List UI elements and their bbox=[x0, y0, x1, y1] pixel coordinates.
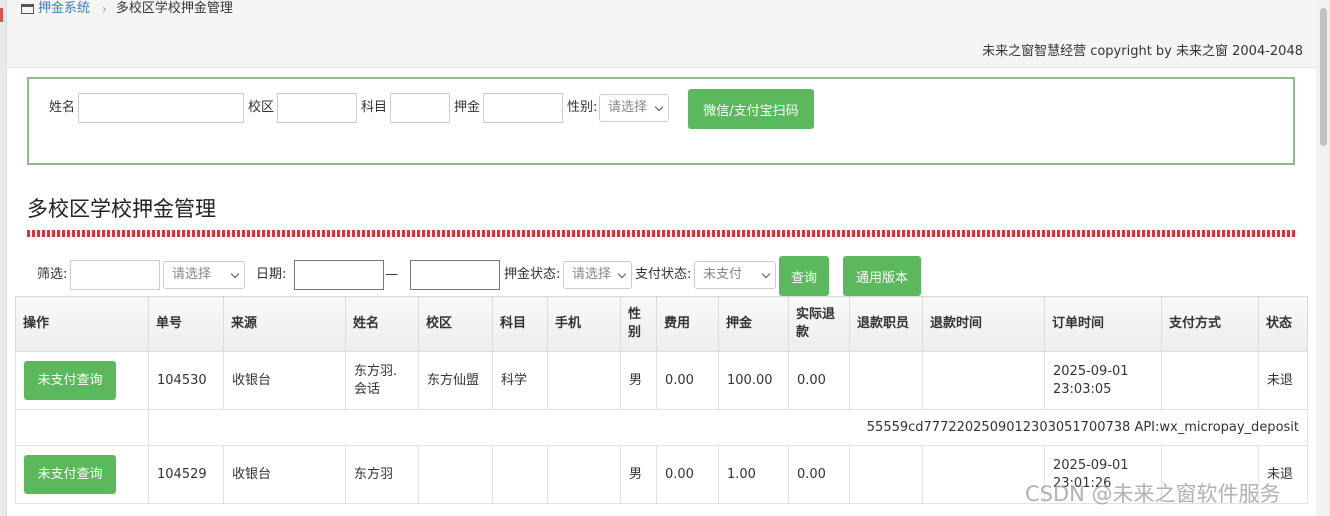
col-header-refund-staff: 退款职员 bbox=[849, 296, 923, 352]
cell-name: 东方羽 bbox=[345, 445, 419, 504]
pay-status-select[interactable]: 未支付 bbox=[694, 261, 776, 289]
gender-label: 性别: bbox=[567, 100, 598, 115]
cell-pay-method bbox=[1161, 351, 1259, 410]
date-label: 日期: bbox=[256, 267, 287, 282]
col-header-subject: 科目 bbox=[492, 296, 548, 352]
col-header-name: 姓名 bbox=[345, 296, 419, 352]
col-header-phone: 手机 bbox=[547, 296, 621, 352]
query-button[interactable]: 查询 bbox=[779, 256, 829, 296]
pay-status-value: 未支付 bbox=[703, 267, 743, 282]
generic-version-button[interactable]: 通用版本 bbox=[843, 256, 921, 296]
cell-name: 东方羽.会话 bbox=[345, 351, 419, 410]
filter-select-value: 请选择 bbox=[172, 267, 212, 282]
csdn-watermark: CSDN @未来之窗软件服务 bbox=[1025, 482, 1281, 506]
cell-order-detail: 55559cd7772202509012303051700738 API:wx_… bbox=[148, 409, 1308, 446]
left-edge-strip bbox=[0, 0, 7, 516]
breadcrumb-root-link[interactable]: 押金系统 bbox=[38, 1, 90, 17]
breadcrumb-current: 多校区学校押金管理 bbox=[115, 1, 233, 16]
chevron-down-icon bbox=[230, 269, 240, 279]
date-start-input[interactable] bbox=[294, 260, 384, 290]
filter-label: 筛选: bbox=[37, 267, 68, 282]
cell-order-time: 2025-09-01 23:03:05 bbox=[1044, 351, 1162, 410]
cell-order-no: 104530 bbox=[148, 351, 224, 410]
cell-order-no: 104529 bbox=[148, 445, 224, 504]
cell-refund-time bbox=[922, 351, 1045, 410]
copyright-text: 未来之窗智慧经营 copyright by 未来之窗 2004-2048 bbox=[982, 44, 1303, 59]
name-label: 姓名 bbox=[49, 100, 76, 115]
deposit-label: 押金 bbox=[454, 100, 481, 115]
cell-refund-staff bbox=[849, 445, 923, 504]
vertical-scrollbar[interactable] bbox=[1316, 0, 1330, 516]
cell-fee: 0.00 bbox=[656, 351, 719, 410]
chevron-down-icon bbox=[617, 269, 627, 279]
col-header-pay-method: 支付方式 bbox=[1161, 296, 1259, 352]
col-header-campus: 校区 bbox=[418, 296, 493, 352]
cell-phone bbox=[547, 445, 621, 504]
window-icon bbox=[21, 4, 34, 14]
cell-status: 未退 bbox=[1258, 351, 1308, 410]
campus-input[interactable] bbox=[277, 93, 357, 123]
deposit-table: 操作 单号 来源 姓名 校区 科目 手机 性别 费用 押金 实际退款 退款职员 … bbox=[15, 296, 1308, 504]
filter-select[interactable]: 请选择 bbox=[163, 261, 245, 289]
deposit-status-select[interactable]: 请选择 bbox=[563, 261, 632, 289]
col-header-deposit: 押金 bbox=[718, 296, 789, 352]
cell-source: 收银台 bbox=[223, 351, 346, 410]
name-input[interactable] bbox=[78, 93, 244, 123]
col-header-refund: 实际退款 bbox=[788, 296, 850, 352]
col-header-status: 状态 bbox=[1258, 296, 1308, 352]
cell-gender: 男 bbox=[620, 351, 657, 410]
col-header-action: 操作 bbox=[15, 296, 149, 352]
table-detail-row: 55559cd7772202509012303051700738 API:wx_… bbox=[15, 409, 1308, 446]
col-header-refund-time: 退款时间 bbox=[922, 296, 1045, 352]
cell-fee: 0.00 bbox=[656, 445, 719, 504]
date-separator: — bbox=[385, 267, 398, 282]
col-header-order-no: 单号 bbox=[148, 296, 224, 352]
title-divider bbox=[27, 230, 1295, 237]
cell-campus bbox=[418, 445, 493, 504]
unpaid-query-button[interactable]: 未支付查询 bbox=[24, 361, 116, 400]
subject-label: 科目 bbox=[361, 100, 388, 115]
cell-refund-staff bbox=[849, 351, 923, 410]
pay-status-label: 支付状态: bbox=[635, 267, 692, 282]
date-end-input[interactable] bbox=[410, 260, 500, 290]
chevron-right-icon: › bbox=[102, 2, 107, 16]
cell-source: 收银台 bbox=[223, 445, 346, 504]
cell-detail-spacer bbox=[15, 409, 149, 446]
cell-action: 未支付查询 bbox=[15, 445, 149, 504]
cell-deposit: 100.00 bbox=[718, 351, 789, 410]
gender-select-value: 请选择 bbox=[608, 100, 648, 115]
breadcrumb: 押金系统 › 多校区学校押金管理 bbox=[21, 0, 233, 18]
col-header-fee: 费用 bbox=[656, 296, 719, 352]
cell-gender: 男 bbox=[620, 445, 657, 504]
deposit-status-label: 押金状态: bbox=[504, 267, 561, 282]
cell-refund: 0.00 bbox=[788, 351, 850, 410]
table-header-row: 操作 单号 来源 姓名 校区 科目 手机 性别 费用 押金 实际退款 退款职员 … bbox=[15, 296, 1308, 352]
left-edge-marker bbox=[0, 8, 3, 22]
unpaid-query-button[interactable]: 未支付查询 bbox=[24, 455, 116, 494]
cell-refund: 0.00 bbox=[788, 445, 850, 504]
campus-label: 校区 bbox=[248, 100, 275, 115]
col-header-source: 来源 bbox=[223, 296, 346, 352]
cell-deposit: 1.00 bbox=[718, 445, 789, 504]
deposit-input[interactable] bbox=[483, 93, 563, 123]
filter-input[interactable] bbox=[70, 260, 160, 290]
subject-input[interactable] bbox=[390, 93, 450, 123]
cell-campus: 东方仙盟 bbox=[418, 351, 493, 410]
scrollbar-thumb[interactable] bbox=[1320, 8, 1327, 146]
top-bar: 押金系统 › 多校区学校押金管理 未来之窗智慧经营 copyright by 未… bbox=[7, 0, 1316, 68]
table-row: 未支付查询 104530 收银台 东方羽.会话 东方仙盟 科学 男 0.00 1… bbox=[15, 351, 1308, 410]
col-header-order-time: 订单时间 bbox=[1044, 296, 1162, 352]
page-title: 多校区学校押金管理 bbox=[27, 197, 216, 221]
deposit-status-value: 请选择 bbox=[572, 267, 612, 282]
cell-action: 未支付查询 bbox=[15, 351, 149, 410]
scan-form-panel: 姓名 校区 科目 押金 性别: 请选择 微信/支付宝扫码 bbox=[27, 77, 1295, 165]
cell-subject: 科学 bbox=[492, 351, 548, 410]
gender-select[interactable]: 请选择 bbox=[599, 94, 669, 122]
chevron-down-icon bbox=[761, 269, 771, 279]
cell-subject bbox=[492, 445, 548, 504]
cell-phone bbox=[547, 351, 621, 410]
col-header-gender: 性别 bbox=[620, 296, 657, 352]
chevron-down-icon bbox=[654, 102, 664, 112]
scan-pay-button[interactable]: 微信/支付宝扫码 bbox=[688, 89, 814, 129]
